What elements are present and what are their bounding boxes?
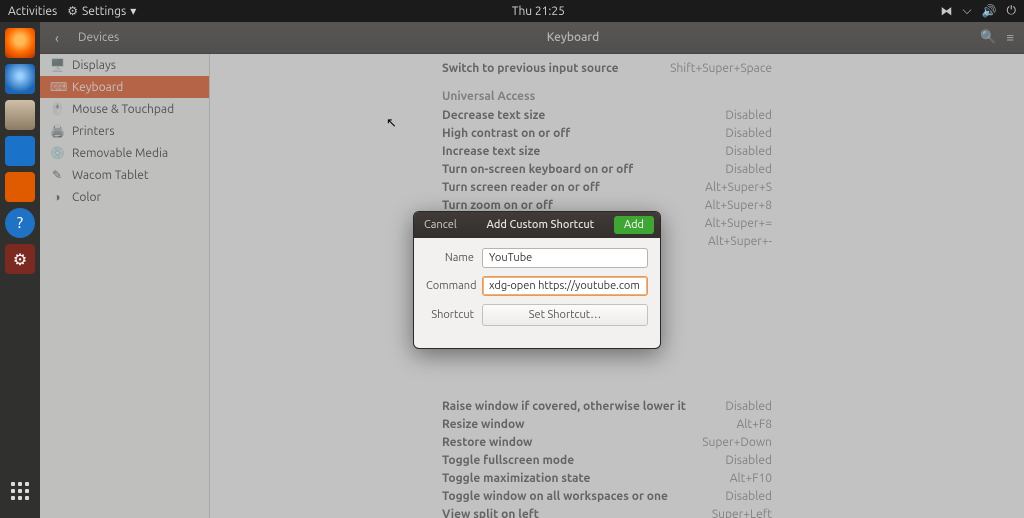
bluetooth-icon[interactable]: ⧓ (940, 4, 952, 18)
shortcut-label: Shortcut (426, 309, 482, 321)
add-button[interactable]: Add (614, 216, 654, 234)
network-icon[interactable]: ⌵ (962, 4, 971, 18)
dock-files[interactable] (5, 100, 35, 130)
dock-tweaks[interactable]: ⚙ (5, 244, 35, 274)
dialog-headerbar: Cancel Add Custom Shortcut Add (414, 212, 660, 238)
clock[interactable]: Thu 21:25 (512, 5, 565, 18)
show-applications-button[interactable] (5, 476, 35, 506)
chevron-down-icon: ▾ (130, 4, 136, 18)
name-input[interactable] (482, 248, 648, 268)
volume-icon[interactable]: 🔊 (982, 4, 997, 18)
dock-help[interactable]: ? (5, 208, 35, 238)
dock-thunderbird[interactable] (5, 64, 35, 94)
dialog-title: Add Custom Shortcut (467, 219, 614, 231)
power-icon[interactable]: ⏻ (1007, 4, 1017, 18)
dock: ? ⚙ (0, 22, 40, 518)
activities-button[interactable]: Activities (8, 5, 57, 18)
focused-app-menu[interactable]: ⚙ Settings ▾ (67, 4, 136, 18)
command-input[interactable] (482, 276, 648, 296)
set-shortcut-button[interactable]: Set Shortcut… (482, 304, 648, 326)
dock-firefox[interactable] (5, 28, 35, 58)
add-custom-shortcut-dialog: Cancel Add Custom Shortcut Add Name Comm… (413, 211, 661, 349)
focused-app-label: Settings (82, 5, 126, 18)
command-label: Command (426, 280, 482, 292)
dock-software[interactable] (5, 172, 35, 202)
settings-app-icon: ⚙ (67, 4, 78, 18)
dock-writer[interactable] (5, 136, 35, 166)
cancel-button[interactable]: Cancel (414, 219, 467, 231)
name-label: Name (426, 252, 482, 264)
